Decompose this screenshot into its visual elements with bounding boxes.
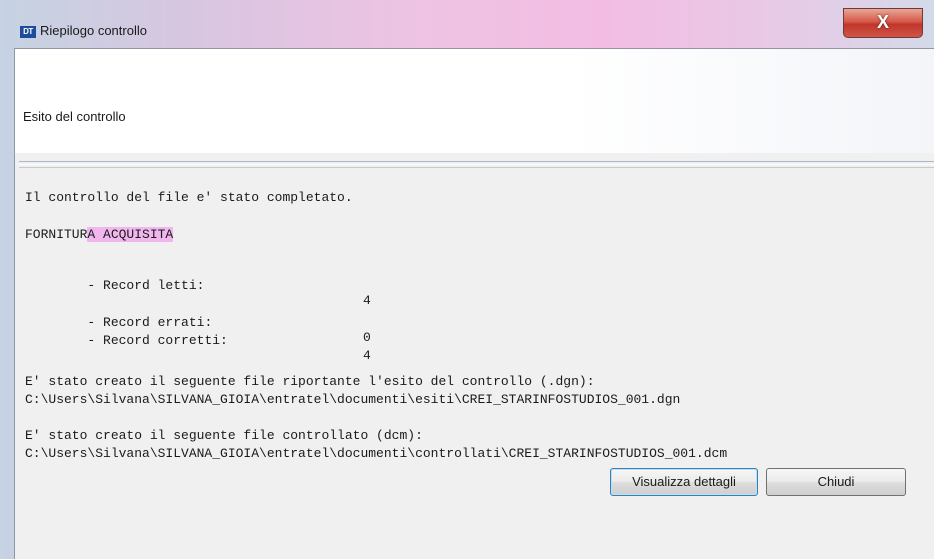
status-prefix: FORNITUR: [25, 227, 88, 242]
app-logo-icon: DT: [20, 26, 36, 38]
header-panel: Esito del controllo: [15, 49, 934, 153]
close-icon: X: [876, 12, 889, 32]
status-line: FORNITURA ACQUISITA: [25, 227, 174, 242]
section-title: Esito del controllo: [23, 109, 126, 124]
record-label: - Record letti:: [87, 278, 205, 293]
completed-message: Il controllo del file e' stato completat…: [25, 190, 353, 205]
header-divider: [19, 161, 934, 165]
dialog-window: DT Riepilogo controllo X Esito del contr…: [0, 0, 934, 559]
view-details-button[interactable]: Visualizza dettagli: [610, 468, 758, 496]
report-text-area[interactable]: Il controllo del file e' stato completat…: [19, 167, 934, 490]
title-bar[interactable]: DT Riepilogo controllo X: [0, 0, 934, 44]
controlled-file-message: E' stato creato il seguente file control…: [25, 428, 423, 443]
window-title: Riepilogo controllo: [40, 23, 147, 38]
record-value: 4: [363, 348, 371, 363]
record-label: - Record corretti:: [87, 333, 228, 348]
esito-file-message: E' stato creato il seguente file riporta…: [25, 374, 595, 389]
window-close-button[interactable]: X: [843, 8, 923, 38]
controlled-file-path: C:\Users\Silvana\SILVANA_GIOIA\entratel\…: [25, 446, 728, 461]
status-highlight: A ACQUISITA: [87, 227, 174, 242]
close-button[interactable]: Chiudi: [766, 468, 906, 496]
record-row-corretti: - Record corretti: 4: [25, 318, 425, 378]
esito-file-path: C:\Users\Silvana\SILVANA_GIOIA\entratel\…: [25, 392, 681, 407]
